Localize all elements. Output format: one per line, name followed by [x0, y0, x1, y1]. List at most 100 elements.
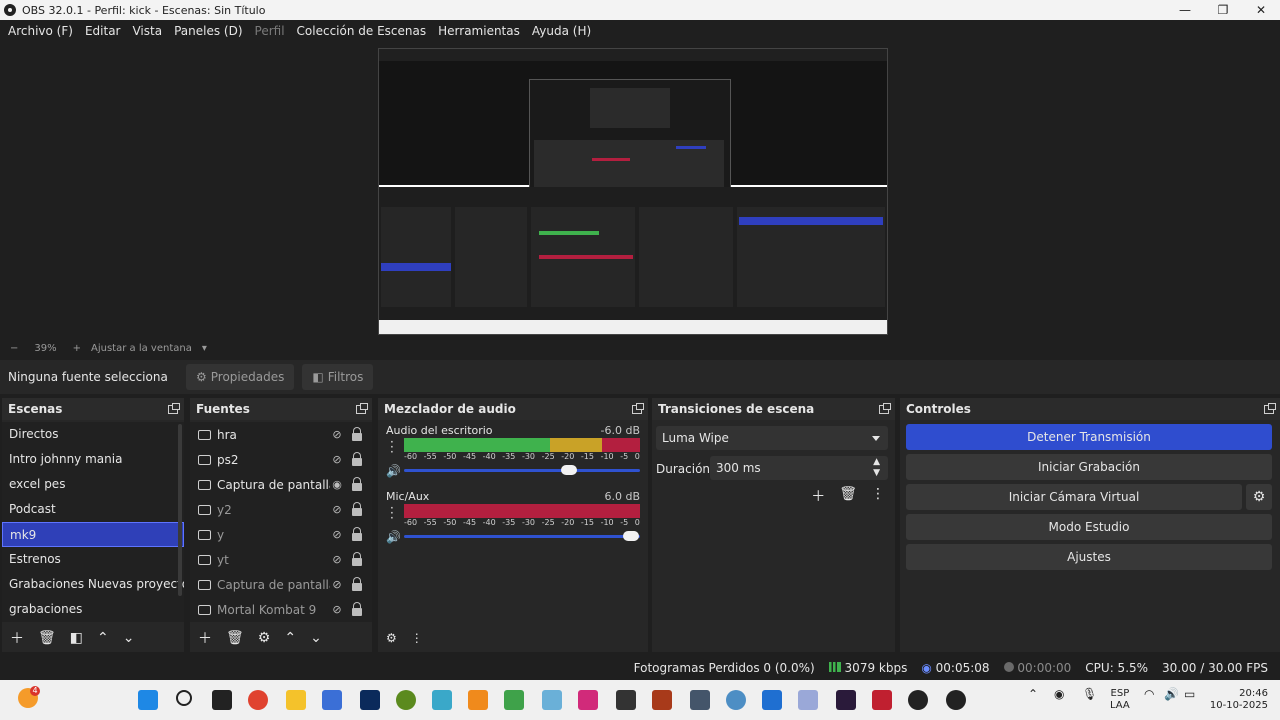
volume-slider[interactable]	[404, 465, 640, 475]
chevron-down-icon[interactable]: ⌄	[123, 630, 135, 646]
eye-hidden-icon[interactable]: ⊘	[330, 503, 344, 516]
app-icon-15[interactable]	[872, 690, 892, 710]
advanced-audio-icon[interactable]: ⚙	[386, 631, 397, 645]
scene-item[interactable]: grabaciones	[2, 597, 184, 622]
app-icon-9[interactable]	[652, 690, 672, 710]
menu-ayuda[interactable]: Ayuda (H)	[526, 24, 597, 38]
menu-perfil[interactable]: Perfil	[249, 24, 291, 38]
undock-icon[interactable]	[1264, 402, 1276, 414]
menu-archivo[interactable]: Archivo (F)	[2, 24, 79, 38]
chevron-down-icon[interactable]: ⌄	[310, 630, 322, 646]
close-button[interactable]: ✕	[1242, 0, 1280, 20]
app-icon-12[interactable]	[762, 690, 782, 710]
eye-hidden-icon[interactable]: ⊘	[330, 428, 344, 441]
stop-streaming-button[interactable]: Detener Transmisión	[906, 424, 1272, 450]
lock-icon[interactable]	[352, 476, 362, 491]
add-icon[interactable]: ＋	[10, 628, 24, 648]
menu-editar[interactable]: Editar	[79, 24, 127, 38]
battery-icon[interactable]: ▭	[1184, 688, 1195, 700]
source-item[interactable]: y ⊘	[190, 522, 372, 547]
menu-paneles[interactable]: Paneles (D)	[168, 24, 248, 38]
trash-icon[interactable]: 🗑	[839, 486, 857, 506]
obs-taskbar-icon[interactable]	[908, 690, 928, 710]
properties-button[interactable]: ⚙ Propiedades	[186, 364, 295, 390]
scene-item[interactable]: Grabaciones Nuevas proyectos h	[2, 572, 184, 597]
filter-icon[interactable]: ◧	[70, 630, 83, 646]
more-icon[interactable]: ⋮	[411, 631, 423, 645]
app-icon-8[interactable]	[616, 690, 636, 710]
zoom-out-button[interactable]: −	[10, 343, 18, 354]
lock-icon[interactable]	[352, 451, 362, 466]
start-virtual-camera-button[interactable]: Iniciar Cámara Virtual	[906, 484, 1242, 510]
preview-canvas[interactable]	[378, 48, 888, 335]
gear-icon[interactable]: ⚙	[258, 630, 271, 646]
app-icon-10[interactable]	[690, 690, 710, 710]
speaker-icon[interactable]: 🔊	[386, 530, 401, 544]
fit-window-label[interactable]: Ajustar a la ventana	[91, 343, 192, 354]
eye-hidden-icon[interactable]: ⊘	[330, 528, 344, 541]
app-icon-14[interactable]	[836, 690, 856, 710]
chevron-down-icon[interactable]: ▼	[873, 468, 880, 478]
scene-item[interactable]: Intro johnny mania	[2, 447, 184, 472]
app-icon-4[interactable]	[468, 690, 488, 710]
scene-item[interactable]: excel pes	[2, 472, 184, 497]
microphone-icon[interactable]: 🎙	[1082, 688, 1097, 700]
app-icon-6[interactable]	[542, 690, 562, 710]
media-player-icon[interactable]	[946, 690, 966, 710]
speaker-icon[interactable]: 🔊	[1164, 688, 1179, 700]
chevron-up-icon[interactable]: ▲	[873, 457, 880, 467]
search-icon[interactable]	[176, 690, 192, 706]
undock-icon[interactable]	[356, 402, 368, 414]
scene-item[interactable]: Estrenos	[2, 547, 184, 572]
duration-input[interactable]: 300 ms ▲ ▼	[710, 456, 888, 480]
volume-knob[interactable]	[561, 465, 578, 475]
add-icon[interactable]: ＋	[198, 628, 212, 648]
maximize-button[interactable]: ❐	[1204, 0, 1242, 20]
volume-slider[interactable]	[404, 531, 640, 541]
lock-icon[interactable]	[352, 526, 362, 541]
eye-hidden-icon[interactable]: ⊘	[330, 578, 344, 591]
menu-herramientas[interactable]: Herramientas	[432, 24, 526, 38]
add-icon[interactable]: ＋	[811, 486, 825, 506]
task-view-icon[interactable]	[212, 690, 232, 710]
scene-item[interactable]: Directos	[2, 422, 184, 447]
menu-coleccion-escenas[interactable]: Colección de Escenas	[291, 24, 433, 38]
source-item[interactable]: hra ⊘	[190, 422, 372, 447]
chrome-icon[interactable]	[248, 690, 268, 710]
zoom-in-button[interactable]: +	[73, 343, 81, 354]
more-icon[interactable]: · · ·	[390, 436, 394, 458]
clock[interactable]: 20:46 10-10-2025	[1208, 688, 1268, 712]
app-icon-11[interactable]	[726, 690, 746, 710]
filters-button[interactable]: ◧ Filtros	[302, 364, 374, 390]
chevron-up-icon[interactable]: ⌃	[284, 630, 296, 646]
app-icon-2[interactable]	[396, 690, 416, 710]
studio-mode-button[interactable]: Modo Estudio	[906, 514, 1272, 540]
lock-icon[interactable]	[352, 576, 362, 591]
wifi-icon[interactable]: ◠	[1144, 688, 1154, 700]
source-item[interactable]: yt ⊘	[190, 547, 372, 572]
transition-select[interactable]: Luma Wipe	[656, 426, 888, 450]
source-item[interactable]: Mortal Kombat 9 ⊘	[190, 597, 372, 622]
eye-hidden-icon[interactable]: ⊘	[330, 603, 344, 616]
trash-icon[interactable]: 🗑	[226, 630, 244, 646]
scene-item[interactable]: Podcast	[2, 497, 184, 522]
source-item[interactable]: ps2 ⊘	[190, 447, 372, 472]
speaker-icon[interactable]: 🔊	[386, 464, 401, 478]
tray-app-icon[interactable]: ◉	[1054, 688, 1064, 700]
lock-icon[interactable]	[352, 551, 362, 566]
eye-hidden-icon[interactable]: ⊘	[330, 453, 344, 466]
virtual-camera-settings-button[interactable]: ⚙	[1246, 484, 1272, 510]
lock-icon[interactable]	[352, 601, 362, 616]
trash-icon[interactable]: 🗑	[38, 630, 56, 646]
chevron-down-icon[interactable]: ▾	[202, 343, 207, 354]
more-icon[interactable]: · · ·	[390, 502, 394, 524]
eye-icon[interactable]: ◉	[330, 478, 344, 491]
photoshop-icon[interactable]	[360, 690, 380, 710]
windows-start-icon[interactable]	[138, 690, 158, 710]
undock-icon[interactable]	[168, 402, 180, 414]
scene-item[interactable]: mk9	[2, 522, 184, 547]
app-icon-13[interactable]	[798, 690, 818, 710]
file-explorer-icon[interactable]	[286, 690, 306, 710]
app-icon-1[interactable]	[322, 690, 342, 710]
chevron-up-icon[interactable]: ⌃	[97, 630, 109, 646]
